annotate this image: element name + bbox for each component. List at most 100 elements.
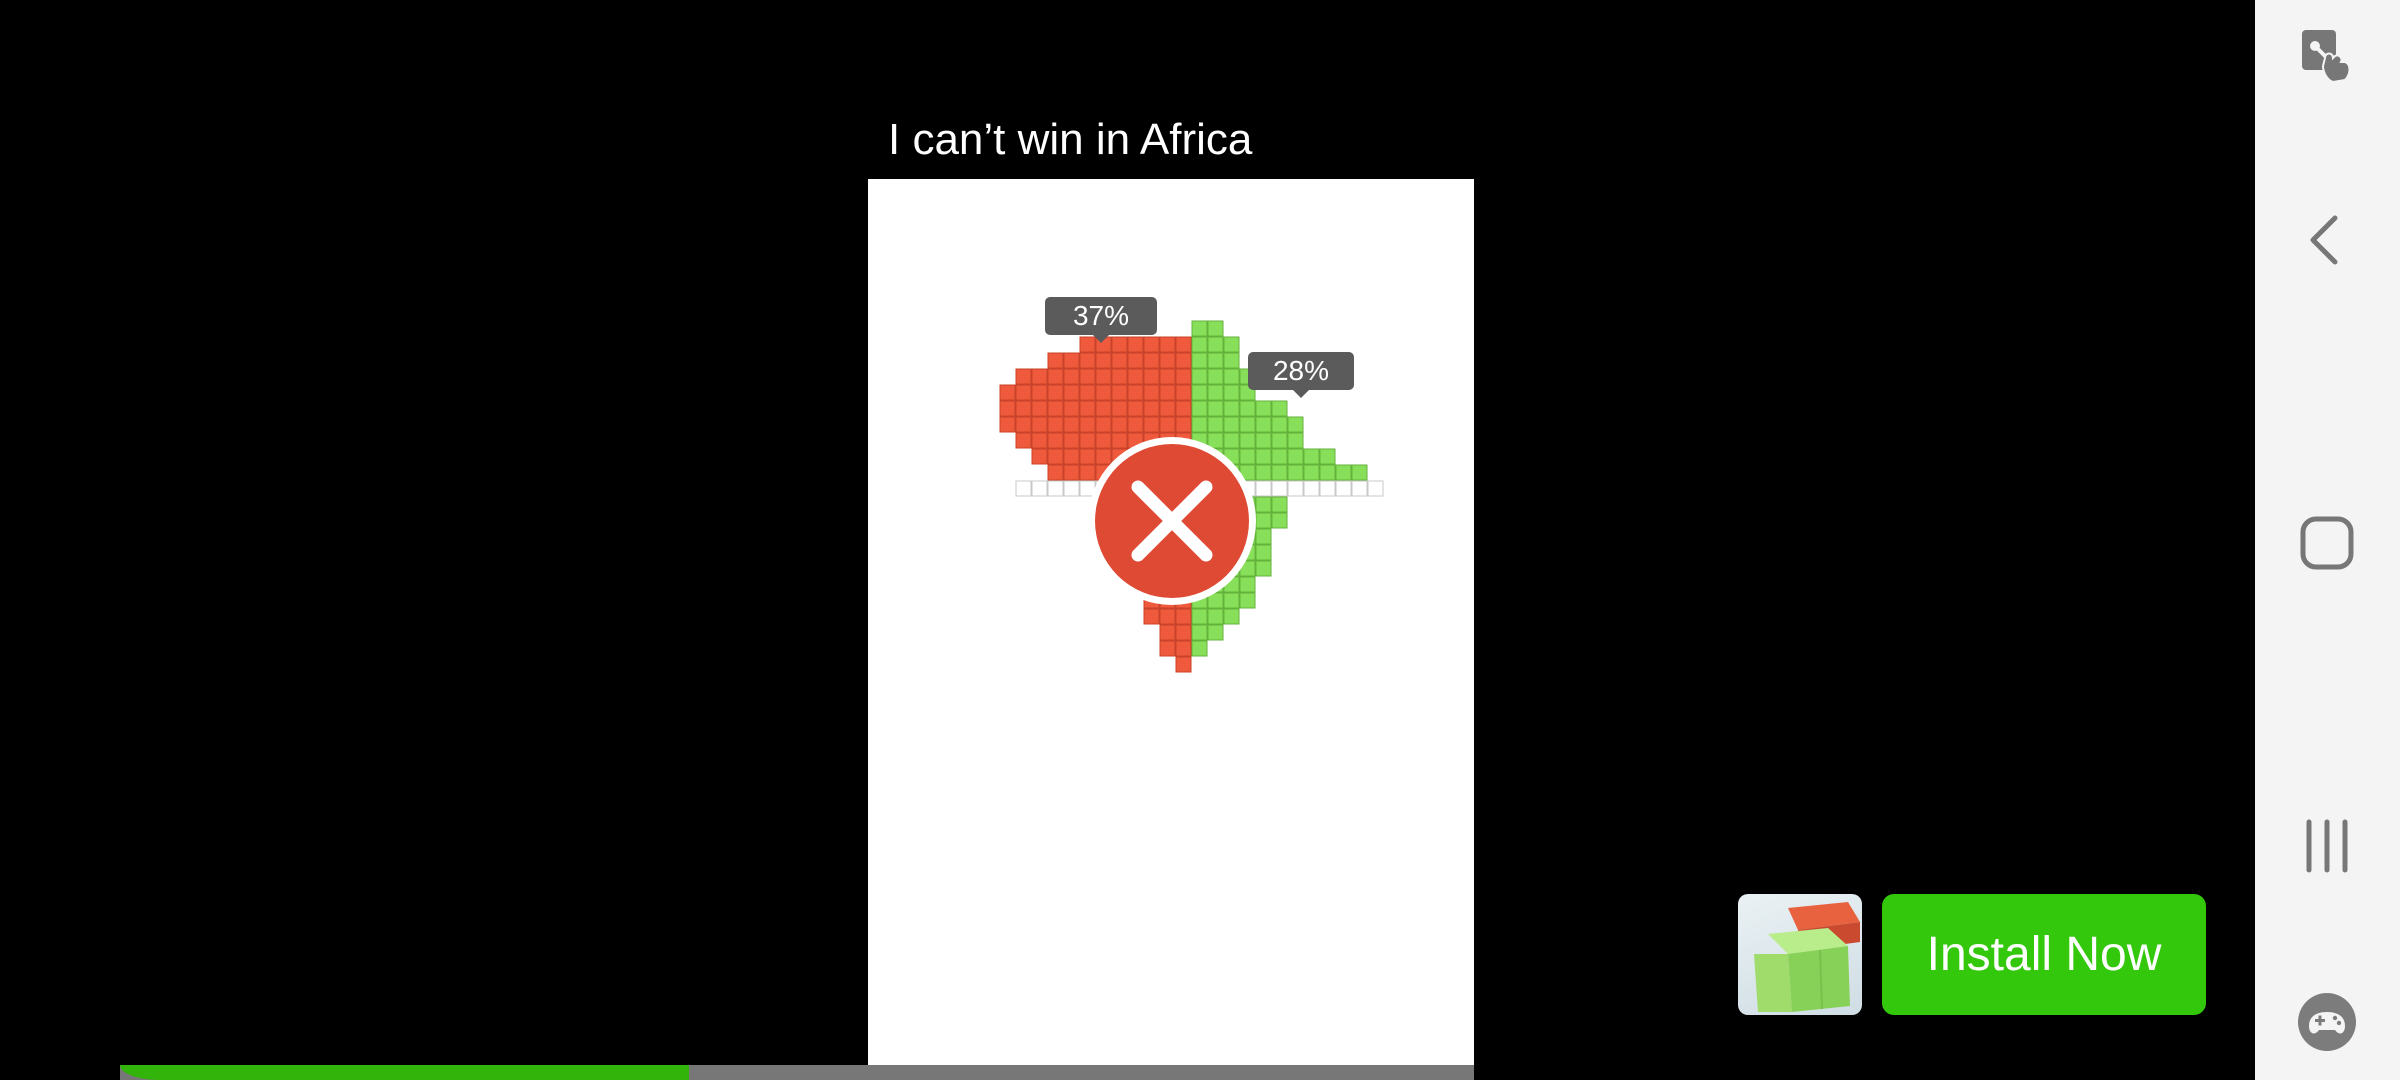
green-tile [1287,416,1304,433]
red-tile [999,416,1016,433]
green-tile [1191,336,1208,353]
green-tile [1207,608,1224,625]
video-frame: 37% 28% [868,179,1474,1080]
red-tile [1047,432,1064,449]
red-tile [1031,368,1048,385]
green-tile [1191,416,1208,433]
red-tile [1159,640,1176,657]
green-tile [1255,464,1272,481]
game-tools-icon[interactable] [2295,990,2359,1054]
accessibility-icon[interactable] [2295,24,2359,88]
green-tile [1303,448,1320,465]
red-tile [1079,368,1096,385]
red-tile [1063,368,1080,385]
empty-tile [1335,480,1352,497]
red-tile [1063,464,1080,481]
red-tile [1047,464,1064,481]
red-tile [1095,416,1112,433]
green-tile [1207,400,1224,417]
red-tile [1127,416,1144,433]
red-tile [1047,384,1064,401]
green-tile [1255,528,1272,545]
red-tile [1143,368,1160,385]
red-tile [1111,416,1128,433]
green-tile [1255,448,1272,465]
red-tile [1031,432,1048,449]
green-tile [1287,464,1304,481]
green-tile [1287,432,1304,449]
red-tile [1031,416,1048,433]
system-navigation-bar [2255,0,2400,1080]
green-tile [1223,608,1240,625]
green-tile [1255,416,1272,433]
green-tile [1223,400,1240,417]
video-progress-bar [120,1065,1474,1080]
green-tile [1239,416,1256,433]
green-tile [1271,432,1288,449]
recents-icon[interactable] [2295,814,2359,878]
green-tile [1191,368,1208,385]
ad-video-stage: I can’t win in Africa 37% 28% Install No [0,0,2255,1080]
red-tile [1063,400,1080,417]
red-tile [1095,384,1112,401]
green-tile [1271,512,1288,529]
red-tile [1079,400,1096,417]
red-tile [1063,384,1080,401]
red-tile [1111,336,1128,353]
red-tile [1063,432,1080,449]
green-tile [1303,464,1320,481]
green-tile [1207,384,1224,401]
empty-tile [1287,480,1304,497]
red-tile [1143,336,1160,353]
install-now-button[interactable]: Install Now [1882,894,2206,1015]
green-tile [1223,416,1240,433]
red-tile [1175,336,1192,353]
red-tile [1143,352,1160,369]
green-tile [1207,320,1224,337]
red-tile [1079,352,1096,369]
red-tile [1175,608,1192,625]
green-tile [1223,368,1240,385]
green-tile [1255,544,1272,561]
green-tile [1319,448,1336,465]
green-tile [1255,496,1272,513]
red-tile [1143,416,1160,433]
red-tile [1047,368,1064,385]
empty-tile [1015,480,1032,497]
green-tile [1271,400,1288,417]
empty-tile [1303,480,1320,497]
green-tile [1255,432,1272,449]
green-tile [1207,336,1224,353]
green-tile [1271,496,1288,513]
back-icon[interactable] [2295,208,2359,272]
red-tile [1159,416,1176,433]
green-tile [1191,384,1208,401]
red-tile [1047,416,1064,433]
empty-tile [1255,480,1272,497]
empty-tile [1271,480,1288,497]
green-tile [1207,416,1224,433]
green-tile [1255,400,1272,417]
green-tile [1271,448,1288,465]
red-tile [1111,352,1128,369]
red-tile [1111,368,1128,385]
red-tile [1015,400,1032,417]
home-icon[interactable] [2295,511,2359,575]
green-tile [1287,448,1304,465]
red-percent-badge: 37% [1045,297,1157,343]
green-tile [1207,352,1224,369]
green-tile [1191,608,1208,625]
red-tile [1143,400,1160,417]
green-tile [1223,384,1240,401]
red-tile [1175,656,1192,673]
red-tile [1079,416,1096,433]
red-tile [1159,352,1176,369]
video-caption: I can’t win in Africa [888,115,1253,164]
red-tile [1159,624,1176,641]
green-tile [1239,400,1256,417]
red-tile [1063,416,1080,433]
green-tile [1223,352,1240,369]
red-tile [1143,384,1160,401]
app-icon[interactable] [1738,894,1862,1015]
green-tile [1271,416,1288,433]
